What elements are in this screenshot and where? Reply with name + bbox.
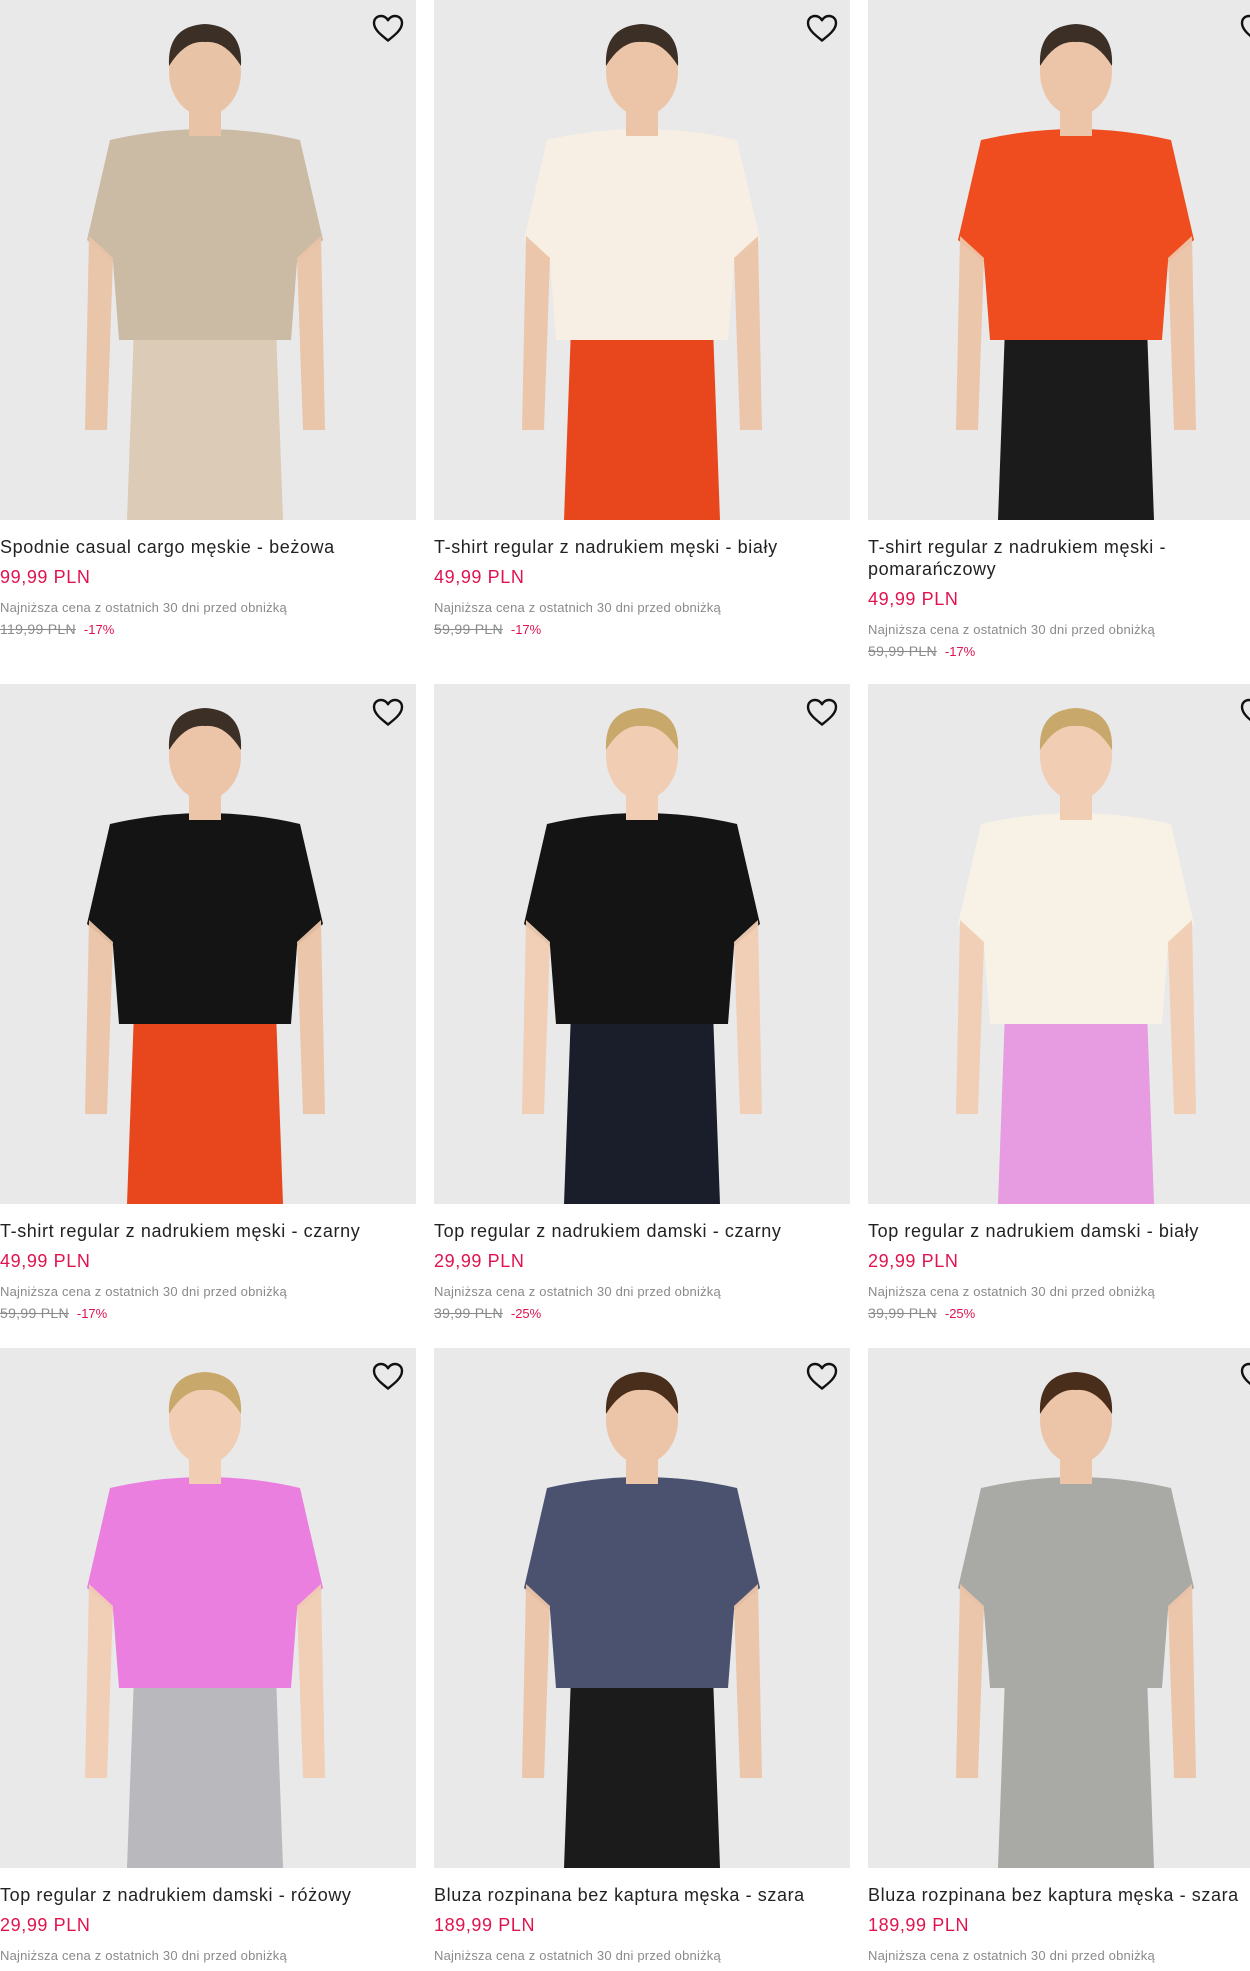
product-image [956,708,1196,1204]
add-to-wishlist-button[interactable] [368,692,408,732]
heart-outline-icon [1240,14,1250,38]
heart-outline-icon [372,698,404,726]
product-title[interactable]: Top regular z nadrukiem damski - biały [868,1220,1248,1242]
product-image-container[interactable] [434,684,850,1204]
product-title[interactable]: Bluza rozpinana bez kaptura męska - szar… [434,1884,814,1906]
add-to-wishlist-button[interactable] [1236,8,1250,48]
product-image [522,24,762,520]
old-price-row: 59,99 PLN -17% [0,1304,416,1323]
heart-outline-icon [372,14,404,42]
old-price: 39,99 PLN [868,1305,937,1321]
heart-outline-icon [806,1362,838,1390]
add-to-wishlist-button[interactable] [368,1356,408,1396]
product-title[interactable]: Top regular z nadrukiem damski - różowy [0,1884,380,1906]
product-card[interactable]: T-shirt regular z nadrukiem męski - czar… [0,684,416,1323]
product-card[interactable]: Spodnie casual cargo męskie - beżowa 99,9… [0,0,416,639]
product-price: 49,99 PLN [434,567,525,587]
product-title[interactable]: T-shirt regular z nadrukiem męski - biał… [434,536,814,558]
product-price: 29,99 PLN [0,1915,91,1935]
product-image [956,1372,1196,1868]
product-price: 99,99 PLN [0,567,91,587]
discount-badge: -25% [510,1306,542,1321]
product-image-container[interactable] [434,1348,850,1868]
heart-outline-icon [1240,698,1250,722]
product-price: 189,99 PLN [868,1915,970,1935]
discount-badge: -17% [76,1306,108,1321]
discount-badge: -17% [944,644,976,659]
product-title[interactable]: Top regular z nadrukiem damski - czarny [434,1220,814,1242]
lowest-price-label: Najniższa cena z ostatnich 30 dni przed … [434,1284,721,1299]
old-price: 59,99 PLN [868,643,937,659]
old-price-row: 39,99 PLN -25% [434,1304,850,1323]
discount-badge: -25% [944,1306,976,1321]
product-card[interactable]: Top regular z nadrukiem damski - czarny 2… [434,684,850,1323]
old-price-row: 119,99 PLN -17% [0,620,416,639]
heart-outline-icon [806,14,838,42]
product-image-container[interactable] [0,0,416,520]
add-to-wishlist-button[interactable] [802,1356,842,1396]
add-to-wishlist-button[interactable] [1236,1356,1250,1396]
product-image-container[interactable] [0,1348,416,1868]
product-image-container[interactable] [868,0,1250,520]
discount-badge: -17% [83,622,115,637]
heart-outline-icon [1240,1362,1250,1386]
product-image [85,708,325,1204]
heart-outline-icon [372,1362,404,1390]
old-price-row: 39,99 PLN -25% [868,1304,1250,1323]
old-price: 59,99 PLN [0,1305,69,1321]
lowest-price-label: Najniższa cena z ostatnich 30 dni przed … [0,1284,287,1299]
product-image-container[interactable] [868,684,1250,1204]
lowest-price-label: Najniższa cena z ostatnich 30 dni przed … [868,1284,1155,1299]
product-image [85,1372,325,1868]
old-price: 39,99 PLN [434,1305,503,1321]
lowest-price-label: Najniższa cena z ostatnich 30 dni przed … [434,1948,721,1963]
product-image-container[interactable] [434,0,850,520]
lowest-price-label: Najniższa cena z ostatnich 30 dni przed … [0,600,287,615]
old-price-row: 59,99 PLN -17% [434,620,850,639]
product-image-container[interactable] [0,684,416,1204]
lowest-price-label: Najniższa cena z ostatnich 30 dni przed … [868,622,1155,637]
product-card[interactable]: Top regular z nadrukiem damski - różowy 2… [0,1348,416,1964]
product-card[interactable]: T-shirt regular z nadrukiem męski - poma… [868,0,1250,661]
product-price: 49,99 PLN [868,589,959,609]
product-title[interactable]: Bluza rozpinana bez kaptura męska - szar… [868,1884,1248,1906]
product-image [85,24,325,520]
product-title[interactable]: Spodnie casual cargo męskie - beżowa [0,536,380,558]
heart-outline-icon [806,698,838,726]
product-price: 29,99 PLN [434,1251,525,1271]
discount-badge: -17% [510,622,542,637]
old-price: 59,99 PLN [434,621,503,637]
lowest-price-label: Najniższa cena z ostatnich 30 dni przed … [868,1948,1155,1963]
add-to-wishlist-button[interactable] [1236,692,1250,732]
lowest-price-label: Najniższa cena z ostatnich 30 dni przed … [434,600,721,615]
product-image [522,708,762,1204]
product-grid: Spodnie casual cargo męskie - beżowa 99,9… [0,0,1250,1971]
product-price: 49,99 PLN [0,1251,91,1271]
product-price: 189,99 PLN [434,1915,536,1935]
product-card[interactable]: Bluza rozpinana bez kaptura męska - szar… [868,1348,1250,1964]
product-price: 29,99 PLN [868,1251,959,1271]
lowest-price-label: Najniższa cena z ostatnich 30 dni przed … [0,1948,287,1963]
add-to-wishlist-button[interactable] [802,8,842,48]
old-price-row: 59,99 PLN -17% [868,642,1250,661]
product-title[interactable]: T-shirt regular z nadrukiem męski - poma… [868,536,1248,580]
old-price: 119,99 PLN [0,621,76,637]
product-image [522,1372,762,1868]
add-to-wishlist-button[interactable] [368,8,408,48]
product-image-container[interactable] [868,1348,1250,1868]
product-image [956,24,1196,520]
product-title[interactable]: T-shirt regular z nadrukiem męski - czar… [0,1220,380,1242]
add-to-wishlist-button[interactable] [802,692,842,732]
product-card[interactable]: T-shirt regular z nadrukiem męski - biał… [434,0,850,639]
product-card[interactable]: Bluza rozpinana bez kaptura męska - szar… [434,1348,850,1964]
product-card[interactable]: Top regular z nadrukiem damski - biały 29… [868,684,1250,1323]
